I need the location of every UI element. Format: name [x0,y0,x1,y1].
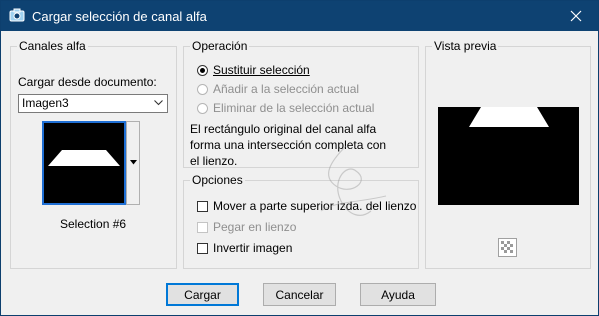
load-button[interactable]: Cargar [166,283,239,306]
dialog-window: Cargar selección de canal alfa Canales a… [0,0,599,316]
options-label: Opciones [190,173,245,187]
thumbnail-dropdown-button[interactable] [126,121,140,205]
radio-label: Eliminar de la selección actual [213,101,375,115]
title-bar: Cargar selección de canal alfa [1,1,598,31]
load-from-document-label: Cargar desde documento: [18,75,157,89]
close-icon [570,10,582,22]
selection-caption: Selection #6 [60,217,127,231]
selection-thumbnail[interactable] [42,121,126,205]
triangle-down-icon [130,160,137,165]
chevron-down-icon [154,100,163,106]
cancel-button-label: Cancelar [275,287,324,302]
transparency-checker-icon[interactable] [498,238,517,257]
preview-image [438,107,579,205]
radio-label: Añadir a la selección actual [213,82,360,96]
check-invert-image[interactable]: Invertir imagen [197,241,292,255]
cancel-button[interactable]: Cancelar [263,283,336,306]
radio-button [197,102,208,114]
checkbox-label: Pegar en lienzo [213,220,297,234]
radio-label: Sustituir selección [213,63,310,77]
radio-add-to-selection[interactable]: Añadir a la selección actual [197,82,359,96]
radio-remove-from-selection[interactable]: Eliminar de la selección actual [197,101,374,115]
radio-button [197,83,208,95]
checkbox [197,200,208,212]
document-select[interactable]: Imagen3 [18,94,168,113]
load-button-label: Cargar [184,287,221,302]
checkbox [197,221,208,233]
preview-selection-shape [469,107,549,127]
operation-label: Operación [190,39,250,53]
radio-replace-selection[interactable]: Sustituir selección [197,63,310,77]
help-button[interactable]: Ayuda [360,283,436,306]
radio-button [197,64,208,76]
alpha-channels-label: Canales alfa [17,39,88,53]
close-button[interactable] [554,1,598,31]
checkbox [197,242,208,254]
document-select-value: Imagen3 [22,96,69,110]
checkbox-label: Invertir imagen [213,241,293,255]
selection-shape [48,150,120,166]
window-title: Cargar selección de canal alfa [32,9,207,24]
watermark-flourish [320,145,387,216]
check-paste-on-canvas[interactable]: Pegar en lienzo [197,220,296,234]
preview-label: Vista previa [432,39,499,53]
help-button-label: Ayuda [381,287,415,302]
camera-icon [9,8,25,22]
